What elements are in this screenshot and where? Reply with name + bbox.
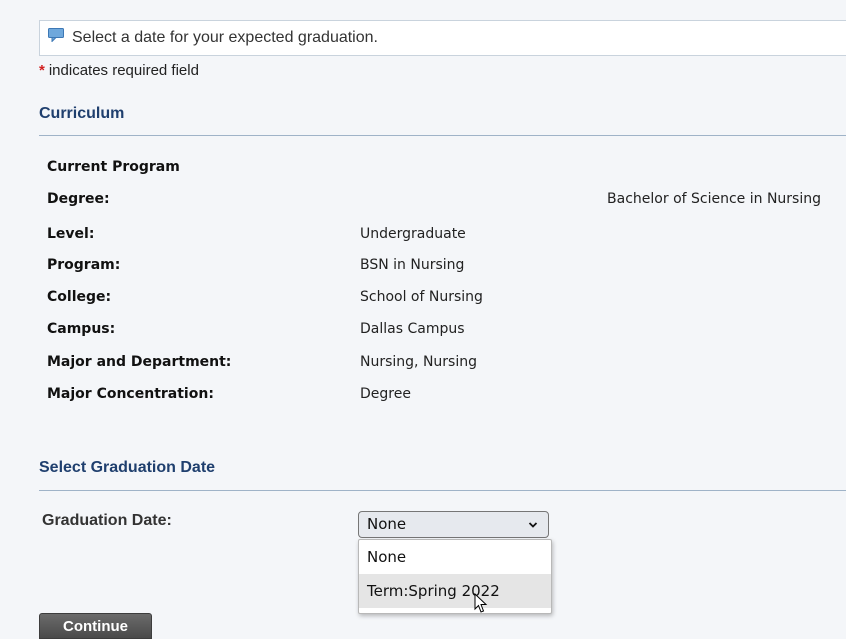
required-note-text: indicates required field <box>48 62 199 79</box>
chevron-down-icon <box>528 522 538 528</box>
curriculum-row-level: Level: Undergraduate <box>47 226 846 246</box>
curriculum-value: Dallas Campus <box>360 321 465 337</box>
curriculum-value: BSN in Nursing <box>360 257 465 273</box>
curriculum-row-campus: Campus: Dallas Campus <box>47 321 846 341</box>
graduation-date-select[interactable]: None <box>358 511 549 538</box>
curriculum-value: Nursing, Nursing <box>360 354 477 370</box>
dropdown-option-spring-2022[interactable]: Term:Spring 2022 <box>359 574 551 608</box>
curriculum-label: Level: <box>47 226 95 242</box>
mouse-pointer-icon <box>474 593 488 613</box>
info-message-text: Select a date for your expected graduati… <box>72 29 378 46</box>
curriculum-row-major-concentration: Major Concentration: Degree <box>47 386 846 406</box>
info-message-box: Select a date for your expected graduati… <box>39 20 846 56</box>
curriculum-label: Degree: <box>47 191 110 207</box>
required-star-icon: * <box>39 62 45 79</box>
curriculum-row-degree: Degree: Bachelor of Science in Nursing <box>47 191 846 211</box>
curriculum-section-divider <box>39 135 846 136</box>
curriculum-label: Campus: <box>47 321 116 337</box>
curriculum-row-college: College: School of Nursing <box>47 289 846 309</box>
curriculum-section-title: Curriculum <box>39 105 125 122</box>
curriculum-label: College: <box>47 289 112 305</box>
graduation-date-label: Graduation Date: <box>42 512 172 529</box>
curriculum-label: Major and Department: <box>47 354 232 370</box>
curriculum-row-current-program: Current Program <box>47 159 846 179</box>
curriculum-row-major-department: Major and Department: Nursing, Nursing <box>47 354 846 374</box>
graduation-application-page: Select a date for your expected graduati… <box>0 0 846 639</box>
required-field-note: * indicates required field <box>39 62 199 79</box>
curriculum-row-program: Program: BSN in Nursing <box>47 257 846 277</box>
graduation-date-selected-value: None <box>367 515 407 533</box>
curriculum-label: Program: <box>47 257 121 273</box>
dropdown-option-none[interactable]: None <box>359 540 551 574</box>
curriculum-label: Major Concentration: <box>47 386 214 402</box>
curriculum-value: Undergraduate <box>360 226 466 242</box>
graduation-date-dropdown: None Term:Spring 2022 <box>358 539 552 614</box>
graduation-section-title: Select Graduation Date <box>39 459 216 476</box>
graduation-section-divider <box>39 490 846 491</box>
curriculum-value: School of Nursing <box>360 289 483 305</box>
curriculum-label: Current Program <box>47 159 180 175</box>
comment-icon <box>48 28 64 43</box>
curriculum-value: Bachelor of Science in Nursing <box>607 191 821 207</box>
continue-button[interactable]: Continue <box>39 613 152 639</box>
curriculum-value: Degree <box>360 386 411 402</box>
